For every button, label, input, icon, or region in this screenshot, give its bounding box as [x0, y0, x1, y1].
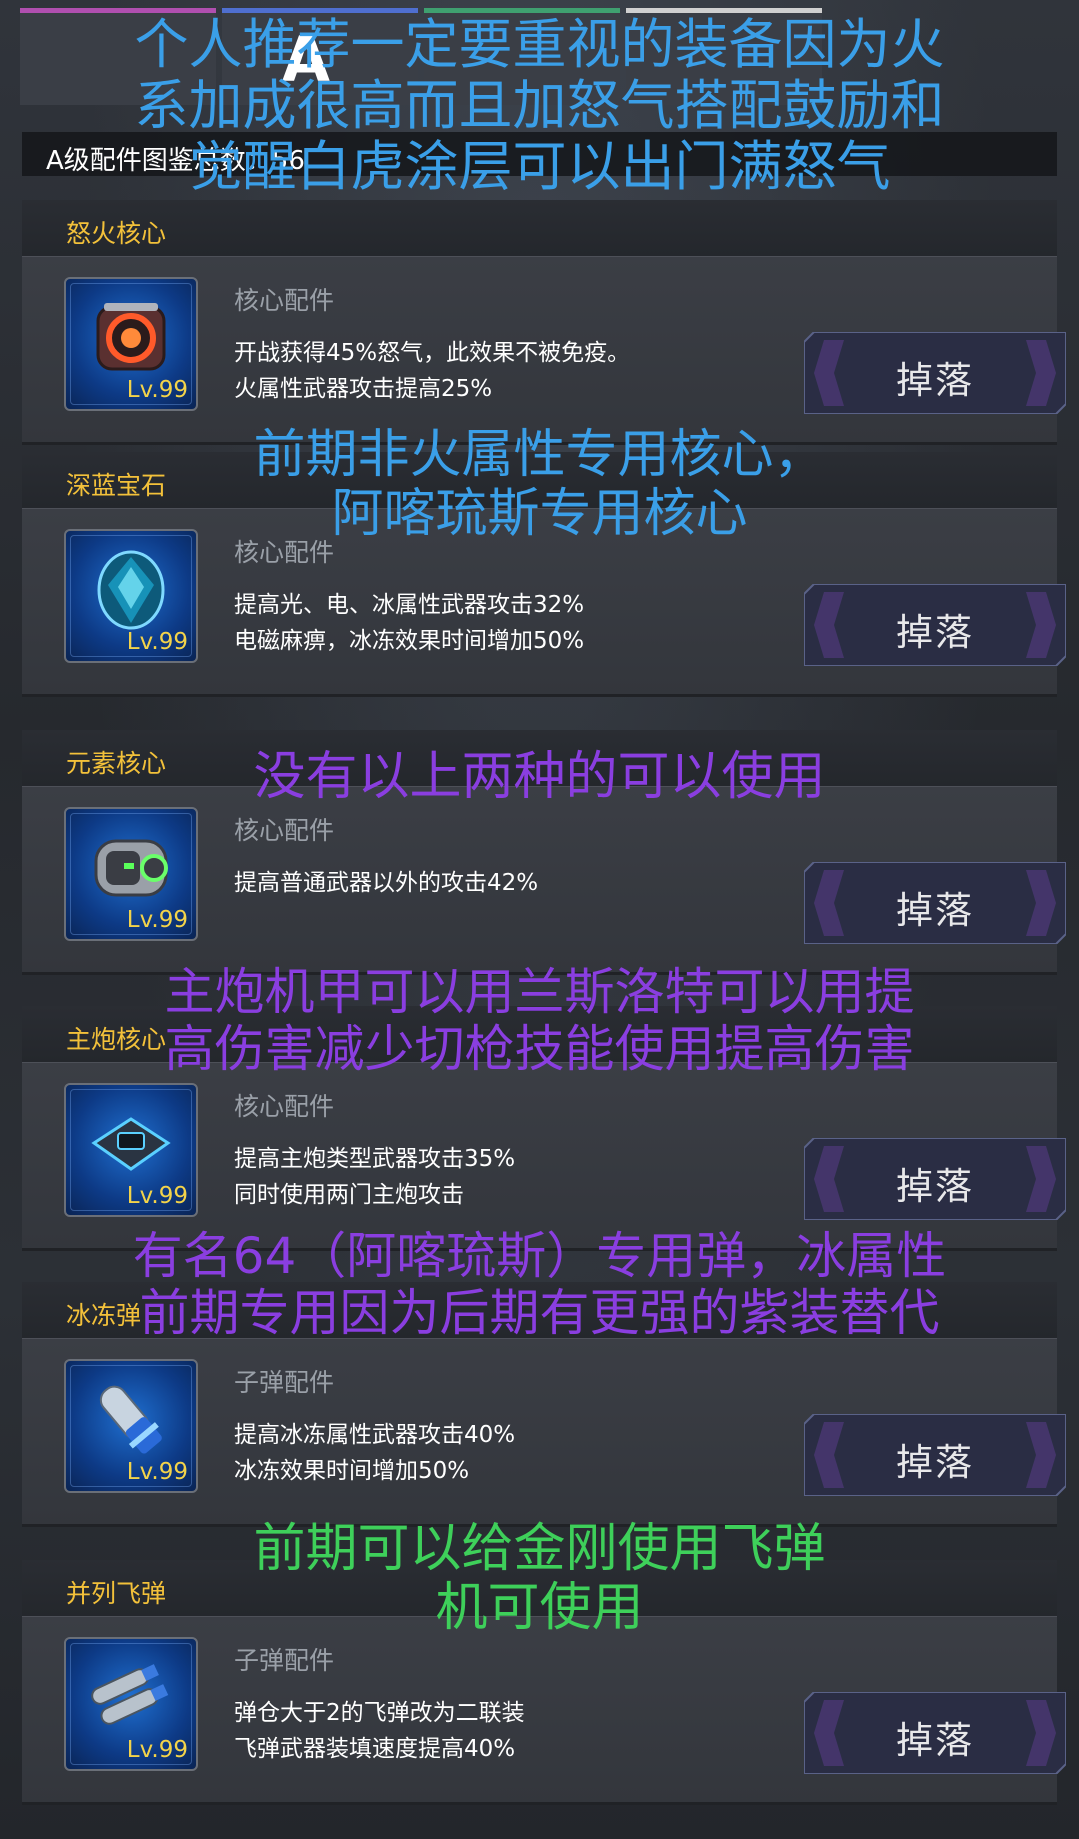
item-level: Lv.99 [126, 629, 188, 655]
drop-source-button[interactable]: 掉落 [804, 332, 1066, 414]
annotation-line: 系加成很高而且加怒气搭配鼓励和 [134, 74, 945, 138]
drop-source-button[interactable]: 掉落 [804, 1138, 1066, 1220]
drop-button-label: 掉落 [896, 1165, 974, 1208]
annotation-line: 个人推荐一定要重视的装备因为火 [134, 13, 945, 76]
item-description: 弹仓大于2的飞弹改为二联装 飞弹武器装填速度提高40% [234, 1695, 525, 1767]
drop-button-label: 掉落 [896, 611, 974, 654]
card-body: Lv.99 子弹配件 提高冰冻属性武器攻击40% 冰冻效果时间增加50% 掉落 [22, 1338, 1066, 1527]
drop-source-button[interactable]: 掉落 [804, 584, 1066, 666]
item-description: 提高光、电、冰属性武器攻击32% 电磁麻痹，冰冻效果时间增加50% [234, 587, 584, 659]
item-description: 提高主炮类型武器攻击35% 同时使用两门主炮攻击 [234, 1141, 515, 1213]
annotation-line: 觉醒白虎涂层可以出门满怒气 [188, 135, 891, 199]
description-line: 提高冰冻属性武器攻击40% [234, 1422, 516, 1448]
annotation-line: 前期可以给金刚使用飞弹 [253, 1519, 826, 1579]
item-name: 怒火核心 [66, 219, 167, 248]
item-type: 核心配件 [234, 1092, 335, 1121]
description-line: 开战获得45%怒气，此效果不被免疫。 [234, 340, 631, 366]
card-body: Lv.99 子弹配件 弹仓大于2的飞弹改为二联装 飞弹武器装填速度提高40% 掉落 [22, 1616, 1066, 1805]
item-type: 子弹配件 [234, 1368, 335, 1397]
card-header: 怒火核心 [22, 200, 1057, 256]
description-line: 飞弹武器装填速度提高40% [234, 1736, 516, 1762]
ice-bullet-icon[interactable]: Lv.99 [64, 1359, 198, 1493]
card-body: Lv.99 核心配件 提高主炮类型武器攻击35% 同时使用两门主炮攻击 掉落 [22, 1062, 1066, 1251]
card-body: Lv.99 核心配件 开战获得45%怒气，此效果不被免疫。 火属性武器攻击提高25… [22, 256, 1066, 445]
item-type: 核心配件 [234, 286, 335, 315]
drop-source-button[interactable]: 掉落 [804, 862, 1066, 944]
card-body: Lv.99 核心配件 提高普通武器以外的攻击42% 掉落 [22, 786, 1066, 975]
item-type: 核心配件 [234, 816, 335, 845]
item-type: 子弹配件 [234, 1646, 335, 1675]
item-card: 怒火核心 Lv.99 核心配件 开战获得45%怒气，此效果不被免疫。 火属性武器攻… [22, 200, 1066, 445]
drop-source-button[interactable]: 掉落 [804, 1414, 1066, 1496]
description-line: 火属性武器攻击提高25% [234, 376, 493, 402]
annotation-overlay: 主炮机甲可以用兰斯洛特可以用提 高伤害减少切枪技能使用提高伤害 [0, 964, 1079, 1077]
annotation-line: 没有以上两种的可以使用 [253, 747, 826, 807]
drop-button-label: 掉落 [896, 359, 974, 402]
item-description: 提高冰冻属性武器攻击40% 冰冻效果时间增加50% [234, 1417, 515, 1489]
drop-button-label: 掉落 [896, 889, 974, 932]
description-line: 提高主炮类型武器攻击35% [234, 1146, 516, 1172]
red-core-icon[interactable]: Lv.99 [64, 277, 198, 411]
annotation-overlay: 没有以上两种的可以使用 [0, 748, 1079, 807]
item-level: Lv.99 [126, 1459, 188, 1485]
cannon-core-icon[interactable]: Lv.99 [64, 1083, 198, 1217]
description-line: 冰冻效果时间增加50% [234, 1458, 470, 1484]
description-line: 提高普通武器以外的攻击42% [234, 870, 539, 896]
drop-source-button[interactable]: 掉落 [804, 1692, 1066, 1774]
annotation-line: 主炮机甲可以用兰斯洛特可以用提 [164, 963, 915, 1021]
annotation-overlay: 前期非火属性专用核心， 阿喀琉斯专用核心 [0, 426, 1079, 544]
annotation-overlay: 个人推荐一定要重视的装备因为火 系加成很高而且加怒气搭配鼓励和 觉醒白虎涂层可以出门… [0, 14, 1079, 197]
item-level: Lv.99 [126, 1737, 188, 1763]
item-description: 提高普通武器以外的攻击42% [234, 865, 538, 901]
annotation-line: 机可使用 [435, 1577, 644, 1638]
item-level: Lv.99 [126, 907, 188, 933]
element-core-icon[interactable]: Lv.99 [64, 807, 198, 941]
description-line: 弹仓大于2的飞弹改为二联装 [234, 1700, 525, 1726]
annotation-line: 高伤害减少切枪技能使用提高伤害 [164, 1019, 915, 1078]
annotation-line: 有名64（阿喀琉斯）专用弹，冰属性 [132, 1227, 947, 1285]
item-level: Lv.99 [126, 1183, 188, 1209]
annotation-overlay: 前期可以给金刚使用飞弹 机可使用 [0, 1520, 1079, 1638]
description-line: 提高光、电、冰属性武器攻击32% [234, 592, 585, 618]
item-level: Lv.99 [126, 377, 188, 403]
description-line: 同时使用两门主炮攻击 [234, 1182, 464, 1208]
annotation-line: 前期专用因为后期有更强的紫装替代 [139, 1283, 940, 1342]
description-line: 电磁麻痹，冰冻效果时间增加50% [234, 628, 585, 654]
item-description: 开战获得45%怒气，此效果不被免疫。 火属性武器攻击提高25% [234, 335, 630, 407]
drop-button-label: 掉落 [896, 1441, 974, 1484]
drop-button-label: 掉落 [896, 1719, 974, 1762]
blue-gem-icon[interactable]: Lv.99 [64, 529, 198, 663]
annotation-line: 前期非火属性专用核心， [253, 425, 826, 485]
twin-missile-icon[interactable]: Lv.99 [64, 1637, 198, 1771]
annotation-line: 阿喀琉斯专用核心 [331, 483, 748, 544]
annotation-overlay: 有名64（阿喀琉斯）专用弹，冰属性 前期专用因为后期有更强的紫装替代 [0, 1228, 1079, 1341]
